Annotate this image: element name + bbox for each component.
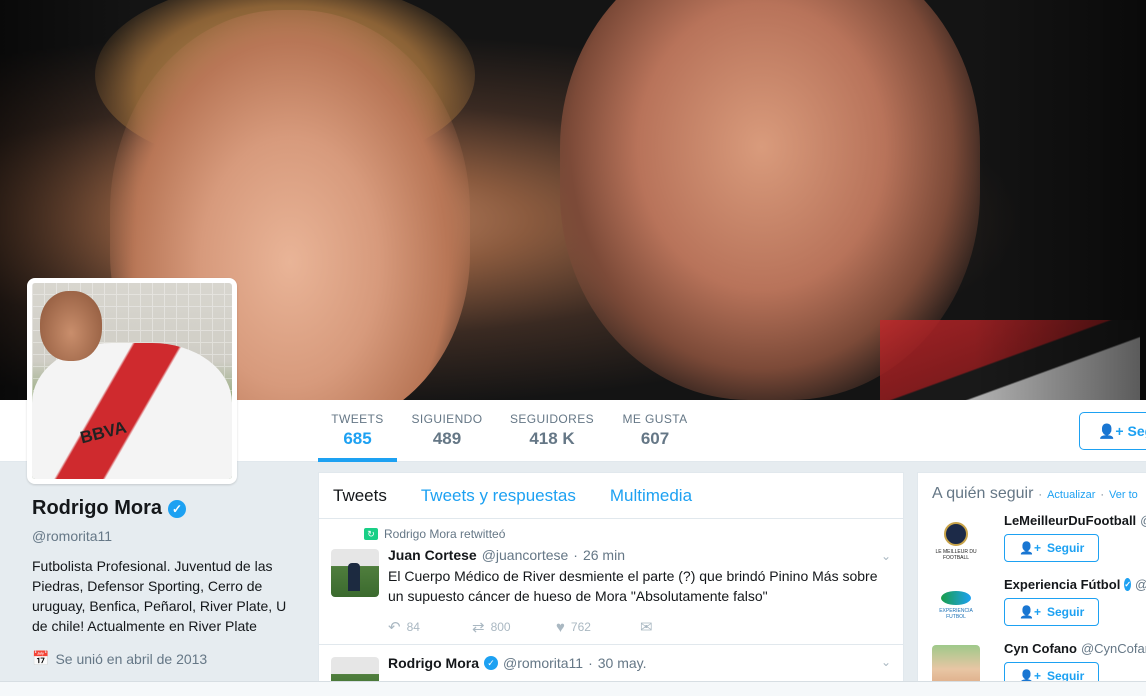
account-name[interactable]: LeMeilleurDuFootball @ xyxy=(1004,513,1146,528)
stat-followers[interactable]: SEGUIDORES 418 K xyxy=(505,400,599,462)
envelope-icon: ✉ xyxy=(640,619,653,636)
tweet-handle[interactable]: @romorita11 xyxy=(503,655,583,671)
add-user-icon: 👤+ xyxy=(1019,541,1041,555)
profile-bio: Futbolista Profesional. Juventud de las … xyxy=(32,558,287,634)
stat-label: ME GUSTA xyxy=(622,412,688,426)
retweet-icon: ↻ xyxy=(364,528,378,540)
profile-joined: 📅 Se unió en abril de 2013 xyxy=(32,650,297,667)
stat-label: TWEETS xyxy=(331,412,384,426)
stat-label: SIGUIENDO xyxy=(411,412,483,426)
reply-button[interactable]: ↶ 84 xyxy=(388,618,472,636)
suggested-account: EXPERIENCIA FUTBOL Experiencia Fútbol ✓ … xyxy=(932,577,1146,641)
header-separator: · xyxy=(1100,489,1105,501)
retweet-context: ↻ Rodrigo Mora retwitteó xyxy=(364,527,889,541)
profile-name-text: Rodrigo Mora xyxy=(32,497,162,519)
chevron-down-icon[interactable]: ⌄ xyxy=(881,655,891,669)
reply-count: 84 xyxy=(406,620,420,634)
account-name[interactable]: Cyn Cofano @CynCofan xyxy=(1004,641,1146,656)
who-to-follow-header: A quién seguir · Actualizar · Ver to xyxy=(932,485,1142,503)
follow-button[interactable]: 👤+ Seguir xyxy=(1004,598,1100,626)
like-button[interactable]: ♥ 762 xyxy=(556,618,640,636)
account-name[interactable]: Experiencia Fútbol ✓ @ xyxy=(1004,577,1146,592)
retweet-count: 800 xyxy=(490,620,511,634)
timeline: Tweets Tweets y respuestas Multimedia ↻ … xyxy=(318,472,904,696)
tweet-avatar-figure xyxy=(348,563,360,591)
tweet-separator: · xyxy=(588,655,593,671)
suggested-account: LE MEILLEUR DU FOOTBALL LeMeilleurDuFoot… xyxy=(932,513,1146,577)
retweet-icon: ⇄ xyxy=(472,619,485,636)
tweet-actions: ↶ 84 ⇄ 800 ♥ 762 ✉ xyxy=(388,618,889,637)
stat-value: 685 xyxy=(343,429,372,448)
verified-badge-icon: ✓ xyxy=(1124,578,1132,591)
stat-value: 489 xyxy=(432,429,462,448)
tweet-author[interactable]: Juan Cortese xyxy=(388,547,477,563)
account-handle: @ xyxy=(1140,513,1146,528)
avatar-head xyxy=(40,291,102,361)
tweet-author[interactable]: Rodrigo Mora xyxy=(388,655,479,671)
account-avatar[interactable]: LE MEILLEUR DU FOOTBALL xyxy=(932,517,980,565)
chevron-down-icon[interactable]: ⌄ xyxy=(881,549,891,563)
profile-avatar[interactable]: BBVA xyxy=(27,278,237,484)
heart-icon: ♥ xyxy=(556,618,565,636)
verified-badge-icon: ✓ xyxy=(484,656,498,670)
experiencia-logo-icon xyxy=(941,590,971,605)
tweet-handle[interactable]: @juancortese xyxy=(482,547,569,563)
stat-likes[interactable]: ME GUSTA 607 xyxy=(618,400,692,462)
avatar-logo-text: EXPERIENCIA FUTBOL xyxy=(939,607,973,620)
tweet-header: Juan Cortese @juancortese · 26 min xyxy=(388,547,889,563)
follow-button[interactable]: 👤+ Seguir xyxy=(1004,534,1100,562)
verified-badge-icon: ✓ xyxy=(168,499,186,518)
tweet-separator: · xyxy=(573,547,578,563)
avatar-jersey xyxy=(32,343,232,479)
tweet[interactable]: ↻ Rodrigo Mora retwitteó Juan Cortese @j… xyxy=(319,519,903,645)
like-count: 762 xyxy=(570,620,591,634)
who-to-follow: A quién seguir · Actualizar · Ver to LE … xyxy=(917,472,1146,696)
follow-button[interactable]: 👤+ Seg xyxy=(1079,412,1146,450)
tweet-header: Rodrigo Mora ✓ @romorita11 · 30 may. xyxy=(388,655,889,671)
stat-label: SEGUIDORES xyxy=(509,412,594,426)
tab-tweets-and-replies[interactable]: Tweets y respuestas xyxy=(421,486,576,506)
browser-bottom-bar xyxy=(0,681,1146,696)
account-avatar[interactable]: EXPERIENCIA FUTBOL xyxy=(932,581,980,629)
follow-button-label: Seguir xyxy=(1046,541,1085,555)
tweet-text: El Cuerpo Médico de River desmiente el p… xyxy=(388,568,878,604)
follow-button-label: Seg xyxy=(1127,423,1146,439)
retweet-context-text[interactable]: Rodrigo Mora retwitteó xyxy=(384,527,505,541)
avatar-logo-text: LE MEILLEUR DU FOOTBALL xyxy=(935,548,977,561)
who-to-follow-title: A quién seguir xyxy=(932,485,1034,502)
profile-name[interactable]: Rodrigo Mora ✓ xyxy=(32,497,297,520)
stat-value: 607 xyxy=(640,429,670,448)
tweet-time[interactable]: 26 min xyxy=(583,547,625,563)
follow-button-label: Seguir xyxy=(1046,605,1085,619)
account-name-text: LeMeilleurDuFootball xyxy=(1004,513,1137,528)
stat-following[interactable]: SIGUIENDO 489 xyxy=(408,400,486,462)
tweet-avatar[interactable] xyxy=(331,549,379,597)
add-user-icon: 👤+ xyxy=(1098,423,1124,439)
retweet-button[interactable]: ⇄ 800 xyxy=(472,618,556,636)
stat-tweets[interactable]: TWEETS 685 xyxy=(318,400,397,462)
stat-value: 418 K xyxy=(529,429,575,448)
football-logo-icon xyxy=(944,521,968,546)
calendar-icon: 📅 xyxy=(32,650,50,666)
direct-message-button[interactable]: ✉ xyxy=(640,618,724,636)
header-separator: · xyxy=(1038,489,1043,501)
add-user-icon: 👤+ xyxy=(1019,605,1041,619)
account-name-text: Experiencia Fútbol xyxy=(1004,577,1121,592)
refresh-link[interactable]: Actualizar xyxy=(1047,489,1095,501)
timeline-tabs: Tweets Tweets y respuestas Multimedia xyxy=(319,473,903,519)
profile-handle[interactable]: @romorita11 xyxy=(32,528,297,544)
profile-joined-text: Se unió en abril de 2013 xyxy=(55,650,208,667)
account-handle: @CynCofan xyxy=(1080,641,1146,656)
account-name-text: Cyn Cofano xyxy=(1004,641,1077,656)
tweet-time[interactable]: 30 may. xyxy=(598,655,647,671)
profile-card: Rodrigo Mora ✓ @romorita11 Futbolista Pr… xyxy=(32,497,297,667)
account-handle: @ xyxy=(1135,577,1146,592)
view-all-link[interactable]: Ver to xyxy=(1109,489,1138,501)
tab-tweets[interactable]: Tweets xyxy=(333,486,387,506)
tab-media[interactable]: Multimedia xyxy=(610,486,692,506)
reply-icon: ↶ xyxy=(388,619,401,636)
